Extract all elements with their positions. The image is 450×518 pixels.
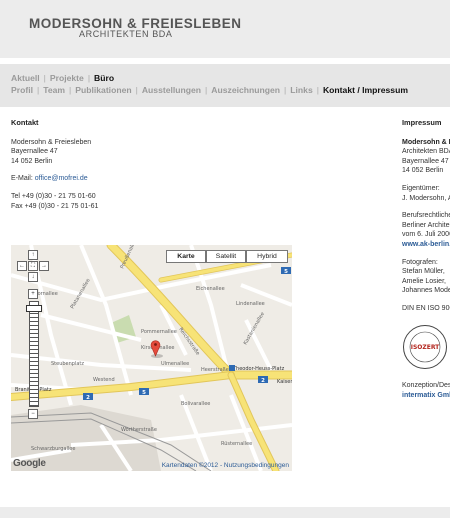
photographer-2: Amelie Losier,	[402, 277, 446, 285]
nav-separator: |	[284, 85, 287, 95]
nav-item-auszeichnungen[interactable]: Auszeichnungen	[211, 85, 280, 95]
map-canvas[interactable]: Preußenallee Reichsstraße Platanenallee …	[11, 245, 292, 471]
photographer-1: Stefan Müller,	[402, 268, 445, 276]
svg-text:5: 5	[142, 390, 146, 396]
svg-text:Eichenallee: Eichenallee	[196, 286, 225, 292]
contact-section: Kontakt Modersohn & Freiesleben Bayernal…	[11, 118, 98, 211]
pan-center-icon[interactable]: ⛶	[28, 261, 38, 271]
zoom-in-icon[interactable]: +	[28, 289, 38, 299]
brand-subtitle: ARCHITEKTEN BDA	[79, 29, 173, 39]
nav-item-profil[interactable]: Profil	[11, 85, 33, 95]
svg-text:Steubenplatz: Steubenplatz	[51, 361, 84, 367]
svg-text:Rüsternallee: Rüsternallee	[221, 441, 252, 447]
photographer-3: Johannes Modersohn	[402, 287, 450, 295]
google-map[interactable]: Preußenallee Reichsstraße Platanenallee …	[11, 245, 292, 471]
owner-label: Eigentümer:	[402, 184, 440, 192]
svg-text:Pommernallee: Pommernallee	[141, 329, 177, 335]
nav-item-links[interactable]: Links	[290, 85, 312, 95]
nav-item-buero[interactable]: Büro	[94, 73, 114, 83]
concept-link[interactable]: intermatix GmbH	[402, 391, 450, 401]
impressum-heading: Impressum	[402, 118, 442, 127]
svg-text:Bolivarallee: Bolivarallee	[181, 401, 210, 407]
site-footer	[0, 507, 450, 518]
nav-item-aktuell[interactable]: Aktuell	[11, 73, 40, 83]
owner-names: J. Modersohn, A. Freiesleben	[402, 194, 450, 202]
impressum-name: Modersohn & Freiesleben	[402, 138, 450, 146]
contact-fax: Fax +49 (0)30 - 21 75 01-61	[11, 202, 99, 210]
email-link[interactable]: office@mofrei.de	[35, 175, 88, 182]
nav-separator: |	[87, 73, 91, 83]
zoom-slider[interactable]	[29, 301, 39, 407]
nav-separator: |	[43, 73, 46, 83]
professional-chamber: Berliner Architektenkammer	[402, 221, 450, 229]
nav-item-ausstellungen[interactable]: Ausstellungen	[142, 85, 201, 95]
impressum-subtitle: Architekten BDA	[402, 148, 450, 156]
professional-date: vom 6. Juli 2006	[402, 231, 450, 239]
nav-separator: |	[316, 85, 319, 95]
professional-label: Berufsrechtliche Angaben	[402, 212, 450, 220]
site-header: MODERSOHN & FREIESLEBEN ARCHITEKTEN BDA	[0, 0, 450, 58]
contact-name: Modersohn & Freiesleben	[11, 138, 92, 146]
nav-item-projekte[interactable]: Projekte	[50, 73, 84, 83]
pan-up-icon[interactable]: ↑	[28, 250, 38, 260]
google-logo: Google	[13, 458, 46, 469]
contact-street: Bayernallee 47	[11, 148, 58, 156]
svg-text:Kaiser: Kaiser	[277, 379, 292, 385]
pan-right-icon[interactable]: →	[39, 261, 49, 271]
svg-text:Westend: Westend	[93, 377, 115, 383]
nav-separator: |	[135, 85, 138, 95]
map-type-karte[interactable]: Karte	[166, 250, 206, 263]
svg-text:2: 2	[261, 378, 265, 384]
pan-down-icon[interactable]: ↓	[28, 272, 38, 282]
svg-text:Wörtherstraße: Wörtherstraße	[121, 427, 157, 433]
impressum-city: 14 052 Berlin	[402, 167, 444, 175]
contact-email-line: E-Mail: office@mofrei.de	[11, 174, 98, 184]
impressum-street: Bayernallee 47	[402, 157, 449, 165]
photographers-label: Fotografen:	[402, 258, 438, 266]
svg-text:2: 2	[86, 395, 90, 401]
map-attribution[interactable]: Kartendaten ©2012 - Nutzungsbedingungen	[162, 462, 289, 469]
chamber-link[interactable]: www.ak-berlin.de	[402, 240, 450, 250]
subway-icon	[229, 365, 235, 371]
isozert-seal-icon: ISOZERT	[403, 324, 447, 369]
nav-primary: Aktuell | Projekte | Büro	[11, 73, 114, 83]
nav-secondary: Profil | Team | Publikationen | Ausstellungen |…	[11, 85, 408, 95]
iso-certification: DIN EN ISO 9001	[402, 304, 450, 312]
svg-text:Schwarzburgallee: Schwarzburgallee	[31, 446, 75, 452]
contact-city: 14 052 Berlin	[11, 157, 53, 165]
svg-text:Ulmenallee: Ulmenallee	[161, 361, 189, 367]
contact-phone: Tel +49 (0)30 - 21 75 01-60	[11, 192, 96, 200]
svg-text:5: 5	[284, 269, 288, 275]
nav-separator: |	[69, 85, 72, 95]
main-navigation: Aktuell | Projekte | Büro Profil | Team | Publik…	[0, 64, 450, 107]
nav-item-publikationen[interactable]: Publikationen	[75, 85, 131, 95]
map-type-hybrid[interactable]: Hybrid	[246, 250, 288, 263]
zoom-handle[interactable]	[26, 305, 42, 312]
impressum-section: Impressum Modersohn & Freiesleben Archit…	[402, 118, 450, 400]
nav-separator: |	[205, 85, 208, 95]
concept-label: Konzeption/Design	[402, 382, 450, 390]
nav-item-kontakt-impressum[interactable]: Kontakt / Impressum	[323, 85, 408, 95]
svg-text:Heerstraße: Heerstraße	[201, 367, 229, 373]
map-type-satellit[interactable]: Satellit	[206, 250, 246, 263]
zoom-out-icon[interactable]: −	[28, 409, 38, 419]
nav-separator: |	[36, 85, 40, 95]
svg-text:Lindenallee: Lindenallee	[236, 301, 265, 307]
svg-text:Theodor-Heuss-Platz: Theodor-Heuss-Platz	[232, 366, 285, 372]
isozert-label: ISOZERT	[411, 344, 440, 351]
pan-left-icon[interactable]: ←	[17, 261, 27, 271]
email-label: E-Mail:	[11, 175, 35, 183]
nav-item-team[interactable]: Team	[43, 85, 65, 95]
contact-heading: Kontakt	[11, 118, 39, 127]
